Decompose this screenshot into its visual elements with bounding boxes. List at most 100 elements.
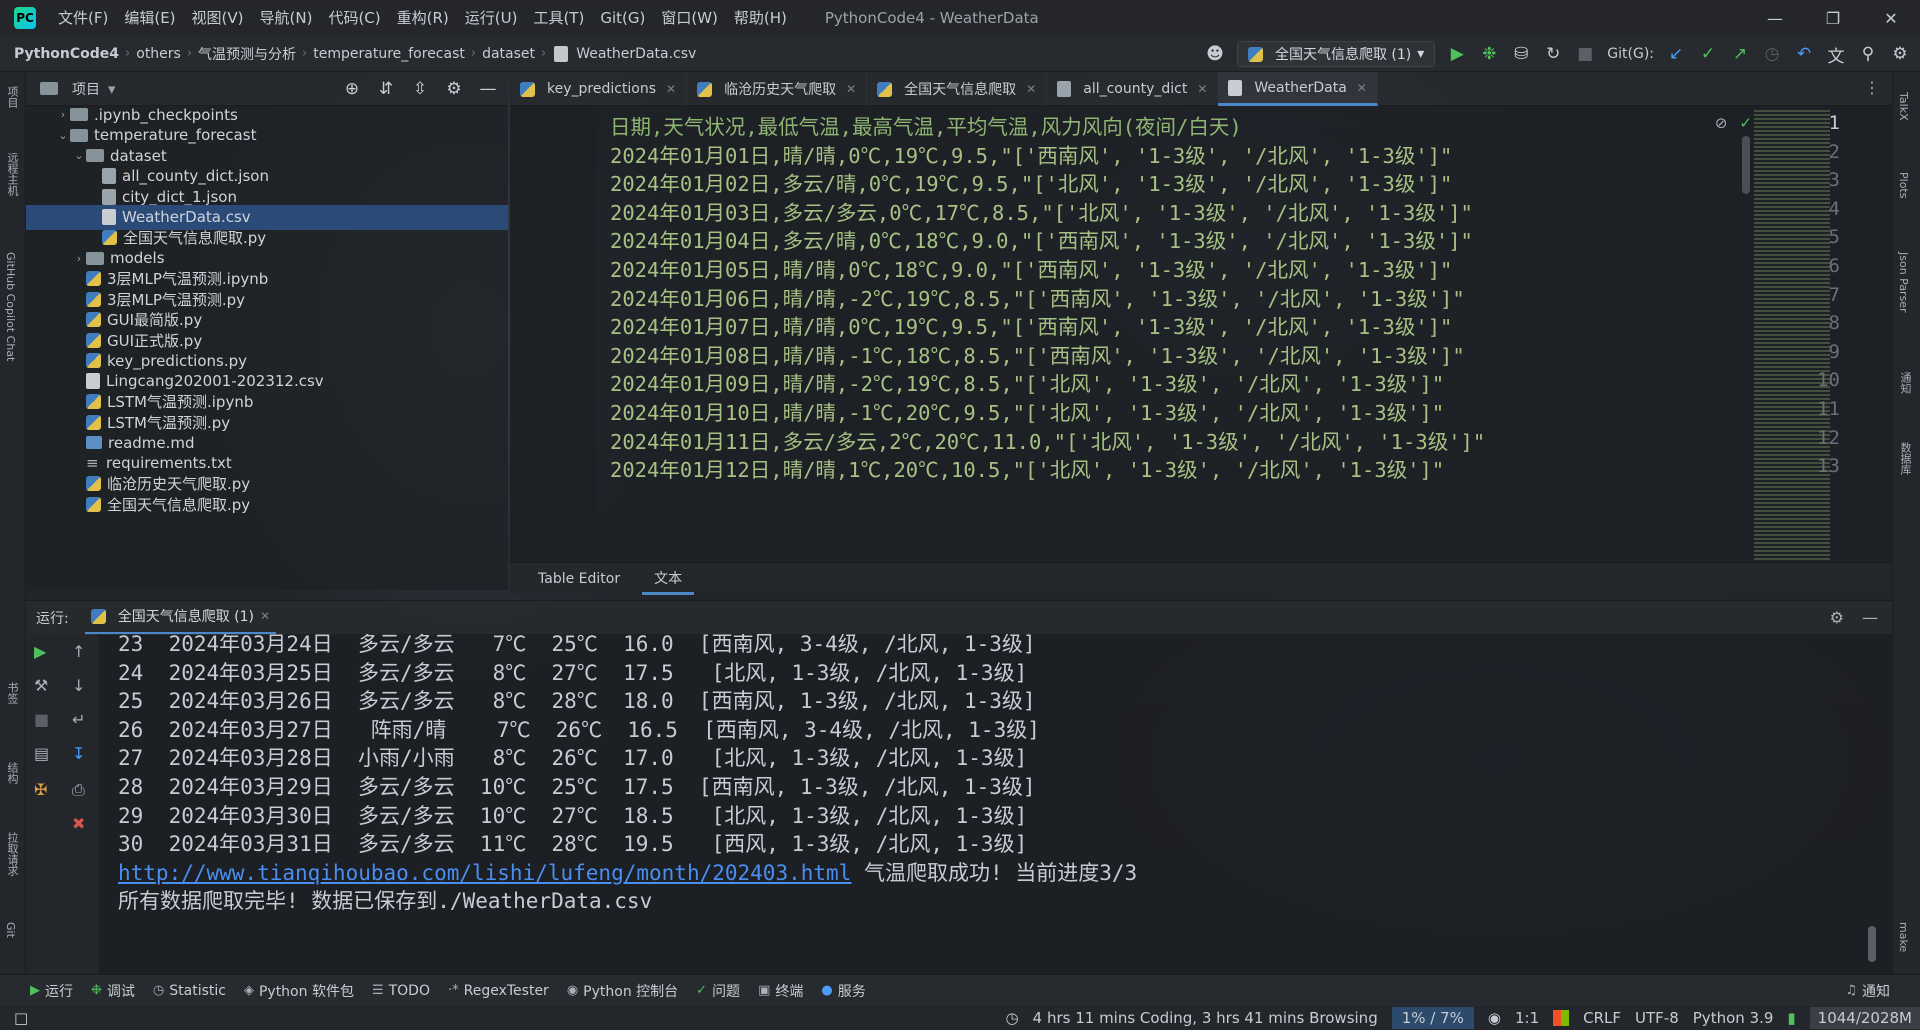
- menu-edit[interactable]: 编辑(E): [116, 0, 183, 36]
- close-icon[interactable]: ✕: [1197, 82, 1207, 96]
- locate-file-icon[interactable]: ⊕: [342, 79, 362, 99]
- tool-window-button[interactable]: ·* RegexTester: [448, 983, 549, 999]
- python-interpreter[interactable]: Python 3.9: [1693, 1009, 1774, 1027]
- translate-icon[interactable]: 文: [1826, 42, 1846, 67]
- tool-window-button[interactable]: ☰ TODO: [372, 983, 430, 999]
- breadcrumb-analysis[interactable]: 气温预测与分析: [194, 44, 300, 64]
- tool-window-button[interactable]: ● 服务: [821, 981, 865, 1001]
- progress-indicator[interactable]: 1% / 7%: [1391, 1007, 1474, 1029]
- tab-key-predictions[interactable]: key_predictions ✕: [510, 72, 688, 106]
- tab-weatherdata[interactable]: WeatherData ✕: [1218, 72, 1378, 106]
- scroll-to-end-icon[interactable]: ↧: [72, 744, 85, 763]
- stripe-remote-host[interactable]: 远程主机: [4, 152, 20, 196]
- file-encoding[interactable]: UTF-8: [1635, 1009, 1679, 1027]
- wrench-icon[interactable]: ⚒: [34, 676, 48, 695]
- restore-icon[interactable]: ❐: [1804, 0, 1862, 36]
- chevron-down-icon[interactable]: ▾: [108, 80, 116, 98]
- breadcrumb-project[interactable]: PythonCode4: [0, 46, 123, 62]
- code-editor[interactable]: ⊘ ✓ 1 日期,天气状况,最低气温,最高气温,平均气温,风力风向(夜间/白天) 2…: [510, 106, 1892, 562]
- git-history-icon[interactable]: ◷: [1762, 44, 1782, 64]
- memory-indicator[interactable]: 1044/2028M: [1809, 1007, 1920, 1029]
- close-icon[interactable]: ✕: [666, 82, 676, 96]
- trash-icon[interactable]: ✖: [72, 814, 85, 833]
- project-panel-title[interactable]: 项目: [72, 79, 100, 99]
- tab-table-editor[interactable]: Table Editor: [526, 563, 632, 595]
- soft-wrap-icon[interactable]: ↵: [72, 710, 85, 729]
- stripe-make[interactable]: make: [1897, 922, 1910, 952]
- layout-icon[interactable]: ▤: [34, 744, 49, 763]
- tree-item[interactable]: 全国天气信息爬取.py: [26, 492, 508, 517]
- menu-navigate[interactable]: 导航(N): [252, 0, 321, 36]
- stop-icon[interactable]: ■: [34, 710, 49, 729]
- tab-national-weather[interactable]: 全国天气信息爬取 ✕: [867, 72, 1048, 106]
- hide-eye-icon[interactable]: ⊘: [1715, 114, 1728, 132]
- tool-window-button[interactable]: ✓ 问题: [696, 981, 740, 1001]
- editor-scrollbar[interactable]: [1742, 136, 1750, 194]
- user-icon[interactable]: ☻: [1205, 44, 1225, 64]
- tool-window-button[interactable]: ◷ Statistic: [153, 983, 226, 999]
- stripe-plots[interactable]: Plots: [1897, 172, 1910, 198]
- toggle-panels-icon[interactable]: □: [14, 1009, 28, 1027]
- menu-help[interactable]: 帮助(H): [726, 0, 795, 36]
- close-icon[interactable]: ✕: [1357, 81, 1367, 95]
- options-gear-icon[interactable]: ⚙: [444, 79, 464, 99]
- menu-tools[interactable]: 工具(T): [525, 0, 592, 36]
- console-url-link[interactable]: http://www.tianqihoubao.com/lishi/lufeng…: [118, 861, 851, 885]
- run-console[interactable]: 23 2024年03月24日 多云/多云 7℃ 25℃ 16.0 [西南风, 3…: [100, 634, 1892, 974]
- hide-panel-icon[interactable]: —: [478, 79, 498, 99]
- menu-code[interactable]: 代码(C): [320, 0, 388, 36]
- menu-run[interactable]: 运行(U): [457, 0, 526, 36]
- settings-icon[interactable]: ⚙: [1830, 608, 1844, 627]
- tool-window-button[interactable]: ▶ 运行: [30, 981, 73, 1001]
- menu-file[interactable]: 文件(F): [50, 0, 116, 36]
- tool-window-button[interactable]: ◉ Python 控制台: [567, 981, 678, 1001]
- tool-window-button[interactable]: ▣ 终端: [758, 981, 803, 1001]
- stripe-project[interactable]: 项目: [4, 86, 20, 108]
- stripe-database[interactable]: 数据库: [1897, 442, 1913, 475]
- stripe-notifications[interactable]: 通知: [1897, 372, 1913, 394]
- settings-icon[interactable]: ⚙: [1890, 44, 1910, 64]
- stripe-json-parser[interactable]: Json Parser: [1897, 252, 1910, 313]
- stripe-talkx[interactable]: TalkX: [1897, 92, 1910, 121]
- arrow-up-icon[interactable]: ↑: [72, 642, 85, 661]
- expand-arrow-icon[interactable]: ›: [56, 108, 70, 121]
- close-icon[interactable]: ✕: [1026, 82, 1036, 96]
- stripe-structure[interactable]: 结构: [4, 762, 20, 784]
- search-icon[interactable]: ⚲: [1858, 44, 1878, 64]
- git-commit-icon[interactable]: ✓: [1698, 44, 1718, 64]
- tab-lincang-history[interactable]: 临沧历史天气爬取 ✕: [687, 72, 868, 106]
- expand-arrow-icon[interactable]: ›: [72, 252, 86, 265]
- stripe-git[interactable]: Git: [4, 922, 17, 938]
- arrow-down-icon[interactable]: ↓: [72, 676, 85, 695]
- rollback-icon[interactable]: ↶: [1794, 44, 1814, 64]
- console-scrollbar[interactable]: [1868, 926, 1876, 962]
- close-window-icon[interactable]: ✕: [1862, 0, 1920, 36]
- breadcrumb-dataset[interactable]: dataset: [478, 46, 539, 62]
- git-update-icon[interactable]: ↙: [1666, 44, 1686, 64]
- tab-text[interactable]: 文本: [642, 563, 695, 595]
- menu-refactor[interactable]: 重构(R): [389, 0, 457, 36]
- line-separator[interactable]: CRLF: [1583, 1009, 1621, 1027]
- menu-view[interactable]: 视图(V): [184, 0, 252, 36]
- hide-panel-icon[interactable]: —: [1862, 608, 1878, 627]
- run-icon[interactable]: ▶: [1447, 44, 1467, 64]
- code-minimap[interactable]: [1754, 110, 1830, 562]
- expand-arrow-icon[interactable]: ⌄: [72, 149, 86, 162]
- breadcrumb-others[interactable]: others: [132, 46, 185, 62]
- menu-window[interactable]: 窗口(W): [653, 0, 726, 36]
- breadcrumb-temperature-forecast[interactable]: temperature_forecast: [309, 46, 469, 62]
- print-icon[interactable]: ⎙: [72, 780, 85, 800]
- check-icon[interactable]: ✓: [1739, 114, 1752, 132]
- tab-all-county-dict[interactable]: all_county_dict ✕: [1047, 72, 1219, 106]
- tool-window-button[interactable]: ❉ 调试: [91, 981, 135, 1001]
- collapse-all-icon[interactable]: ⇳: [410, 79, 430, 99]
- run-tab[interactable]: 全国天气信息爬取 (1) ✕: [84, 601, 277, 635]
- git-push-icon[interactable]: ↗: [1730, 44, 1750, 64]
- stop-icon[interactable]: ■: [1575, 44, 1595, 64]
- debug-icon[interactable]: ❉: [1479, 44, 1499, 64]
- close-icon[interactable]: ✕: [260, 609, 270, 623]
- tool-window-button[interactable]: ◈ Python 软件包: [244, 981, 354, 1001]
- rerun-icon[interactable]: ▶: [34, 642, 46, 661]
- stripe-bookmarks[interactable]: 书签: [4, 682, 20, 704]
- stripe-copilot-chat[interactable]: GitHub Copilot Chat: [4, 252, 17, 361]
